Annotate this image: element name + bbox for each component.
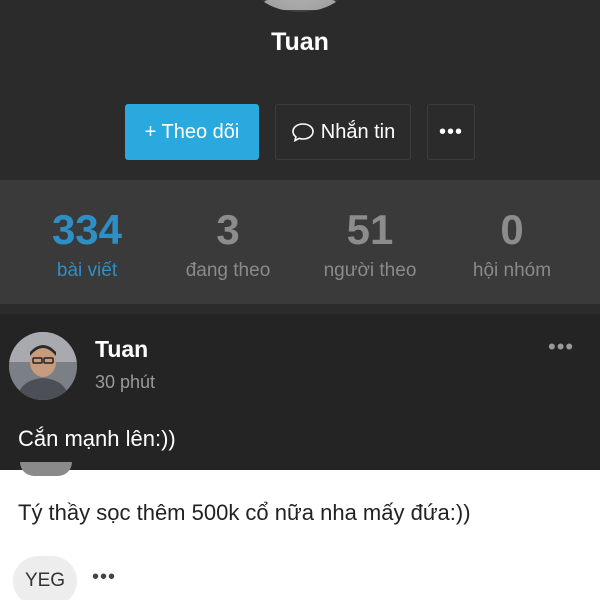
follow-button[interactable]: + Theo dõi <box>125 104 259 160</box>
stat-following-value: 3 <box>216 206 240 253</box>
stat-posts-label: bài viết <box>56 260 118 281</box>
post-author-avatar[interactable] <box>9 332 77 400</box>
post-card: Tuan 30 phút ••• Cắn mạnh lên:)) <box>0 314 600 470</box>
stat-followers[interactable]: 51 người theo <box>295 202 445 282</box>
profile-name: Tuan <box>271 28 329 56</box>
divider <box>0 304 600 314</box>
stat-followers-value: 51 <box>346 206 394 253</box>
more-options-button[interactable]: ••• <box>427 104 475 160</box>
comment-avatar <box>20 462 72 476</box>
follow-button-label: + Theo dõi <box>144 120 240 143</box>
person-photo-icon <box>9 332 77 400</box>
reaction-chip[interactable]: YEG <box>13 556 77 600</box>
profile-stats: 334 bài viết 3 đang theo 51 người theo 0… <box>0 180 600 304</box>
profile-avatar[interactable] <box>245 0 355 12</box>
stat-posts[interactable]: 334 bài viết <box>12 202 162 282</box>
message-button[interactable]: Nhắn tin <box>275 104 411 160</box>
comment-more-icon[interactable]: ••• <box>92 566 116 589</box>
comment-text: Tý thầy sọc thêm 500k cổ nữa nha mấy đứa… <box>18 500 471 525</box>
profile-header: Tuan + Theo dõi Nhắn tin ••• <box>0 0 600 180</box>
chat-bubble-icon <box>291 123 314 142</box>
post-timestamp: 30 phút <box>95 372 156 392</box>
stat-following-label: đang theo <box>185 260 271 281</box>
stat-groups-label: hội nhóm <box>472 260 552 281</box>
stat-groups-value: 0 <box>500 206 524 253</box>
post-more-icon[interactable]: ••• <box>548 334 574 360</box>
stat-following[interactable]: 3 đang theo <box>153 202 303 282</box>
message-button-label: Nhắn tin <box>320 120 396 143</box>
reaction-chip-label: YEG <box>24 570 66 591</box>
stat-followers-label: người theo <box>323 260 417 281</box>
more-options-icon: ••• <box>438 120 463 143</box>
stat-posts-value: 334 <box>51 206 123 253</box>
comment-section: Tý thầy sọc thêm 500k cổ nữa nha mấy đứa… <box>0 462 600 600</box>
post-text: Cắn mạnh lên:)) <box>18 426 176 451</box>
stat-groups[interactable]: 0 hội nhóm <box>437 202 587 282</box>
post-author-name[interactable]: Tuan <box>95 336 148 363</box>
